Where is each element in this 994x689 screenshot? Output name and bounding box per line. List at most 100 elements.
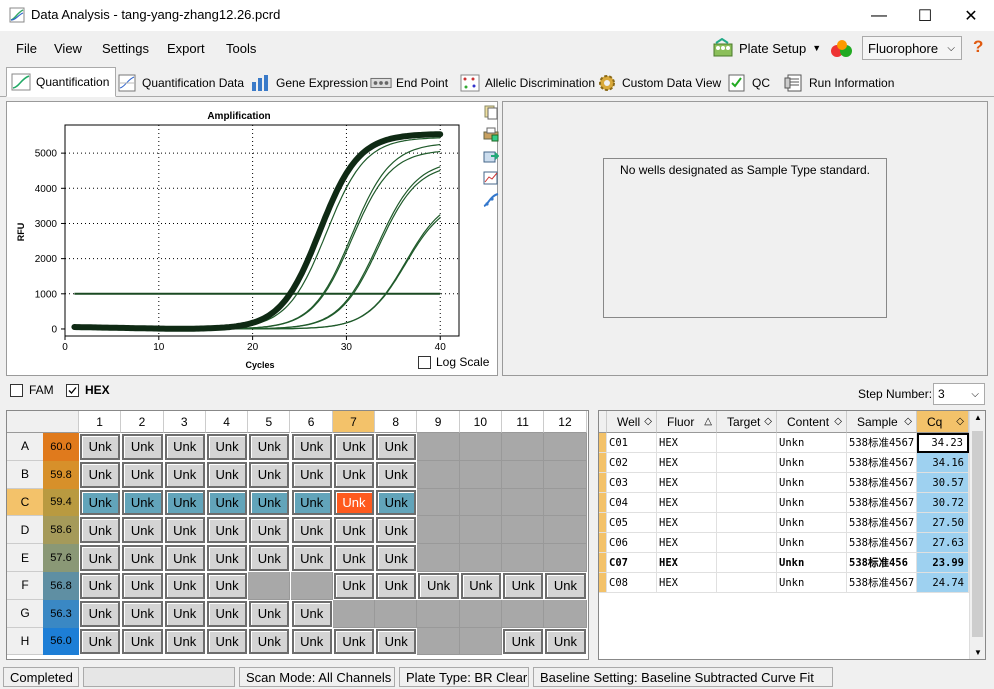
empty-well[interactable] [375,599,418,628]
plate-well[interactable]: Unk [164,461,205,488]
table-cell[interactable]: C08 [607,573,657,593]
plate-well[interactable]: Unk [376,573,417,599]
plate-column-header[interactable]: 9 [417,411,460,433]
plate-well[interactable]: Unk [249,628,290,655]
plate-well[interactable]: Unk [249,461,290,488]
empty-well[interactable] [417,599,460,628]
plate-well[interactable]: Unk [164,489,205,516]
plate-well[interactable]: Unk [249,517,290,544]
plate-column-header[interactable]: 2 [121,411,164,433]
plate-well[interactable]: Unk [291,517,332,544]
column-header[interactable]: Cq ◇ [917,411,969,433]
table-cell[interactable]: Unkn [777,453,847,473]
empty-well[interactable] [459,460,502,489]
table-cell[interactable] [717,433,777,453]
empty-well[interactable] [459,516,502,545]
plate-column-header[interactable]: 4 [205,411,249,433]
plate-row-header[interactable]: C [7,488,43,517]
plate-row-header[interactable]: G [7,599,43,628]
table-cell[interactable]: Unkn [777,513,847,533]
plate-well[interactable]: Unk [206,573,248,599]
plate-well[interactable]: Unk [164,517,205,544]
empty-well[interactable] [417,627,460,656]
plate-well[interactable]: Unk [80,600,121,627]
plate-well[interactable]: Unk [80,545,121,571]
help-icon[interactable]: ? [973,37,983,57]
plate-well[interactable]: Unk [333,434,375,460]
plate-well[interactable]: Unk [164,434,205,460]
plate-column-header[interactable]: 12 [544,411,587,433]
tab-quantification[interactable]: Quantification [6,67,117,97]
empty-well[interactable] [417,488,460,517]
empty-well[interactable] [459,627,502,656]
plate-column-header[interactable]: 8 [375,411,418,433]
plate-well[interactable]: Unk [80,517,121,544]
empty-well[interactable] [502,599,545,628]
plate-well[interactable]: Unk [291,628,332,655]
empty-well[interactable] [502,488,545,517]
plate-well[interactable]: Unk [206,461,248,488]
plate-well[interactable]: Unk [545,573,586,599]
copy-icon[interactable] [483,104,499,120]
fam-toggle[interactable]: FAM [10,383,54,397]
plate-well[interactable]: Unk [291,434,332,460]
table-cell[interactable] [717,453,777,473]
empty-well[interactable] [502,544,545,572]
log-scale-toggle[interactable]: Log Scale [418,355,489,369]
plate-well[interactable]: Unk [333,545,375,571]
empty-well[interactable] [459,433,502,461]
plate-well[interactable]: Unk [376,434,417,460]
empty-well[interactable] [332,599,376,628]
fluorophore-select[interactable]: Fluorophore ⌵ [862,36,962,60]
tab-qc[interactable]: QC [722,69,777,97]
table-cell[interactable]: 538标准4567 [847,473,917,493]
table-cell[interactable]: HEX [657,513,717,533]
plate-column-header[interactable]: 1 [79,411,122,433]
table-cell[interactable]: Unkn [777,493,847,513]
table-scrollbar[interactable]: ▲ ▼ [969,411,985,659]
cq-cell[interactable]: 30.57 [917,473,969,493]
plate-well[interactable]: Unk [376,545,417,571]
plate-row-header[interactable]: D [7,516,43,545]
plate-well[interactable]: Unk [122,517,163,544]
plate-well[interactable]: Unk [333,628,375,655]
plate-well[interactable]: Unk [164,600,205,627]
plate-well[interactable]: Unk [376,489,417,516]
menu-settings[interactable]: Settings [102,41,149,56]
table-cell[interactable]: HEX [657,573,717,593]
log-scale-checkbox[interactable] [418,355,431,369]
table-cell[interactable]: HEX [657,553,717,573]
table-cell[interactable]: 538标准4567 [847,453,917,473]
table-cell[interactable]: HEX [657,473,717,493]
empty-well[interactable] [502,460,545,489]
column-header[interactable]: Well ◇ [607,411,657,433]
plate-well[interactable]: Unk [460,573,501,599]
plate-well[interactable]: Unk [122,545,163,571]
plate-row-header[interactable]: B [7,460,43,489]
fam-checkbox[interactable] [10,383,23,397]
curve-fit-icon[interactable] [483,192,499,208]
table-cell[interactable]: C06 [607,533,657,553]
column-header[interactable]: Content ◇ [777,411,847,433]
plate-well[interactable]: Unk [122,461,163,488]
close-button[interactable]: ✕ [948,0,994,31]
empty-well[interactable] [417,433,460,461]
plate-well[interactable]: Unk [80,434,121,460]
wells-color-icon[interactable] [829,38,855,60]
plate-well[interactable]: Unk [80,489,121,516]
plate-well[interactable]: Unk [122,573,163,599]
cq-cell[interactable]: 24.74 [917,573,969,593]
plate-well[interactable]: Unk [376,628,417,655]
plate-well[interactable]: Unk [122,489,163,516]
tab-allelic-discrimination[interactable]: Allelic Discrimination [455,69,602,97]
plate-well[interactable]: Unk [503,573,544,599]
table-cell[interactable]: C01 [607,433,657,453]
step-number-select[interactable]: 3 ⌵ [933,383,985,405]
plate-well[interactable]: Unk [249,489,290,516]
cq-cell[interactable]: 27.63 [917,533,969,553]
table-cell[interactable] [717,513,777,533]
plate-well[interactable]: Unk [249,545,290,571]
table-cell[interactable] [717,473,777,493]
tab-gene-expression[interactable]: Gene Expression [246,69,375,97]
table-cell[interactable]: 538标准456 [847,553,917,573]
